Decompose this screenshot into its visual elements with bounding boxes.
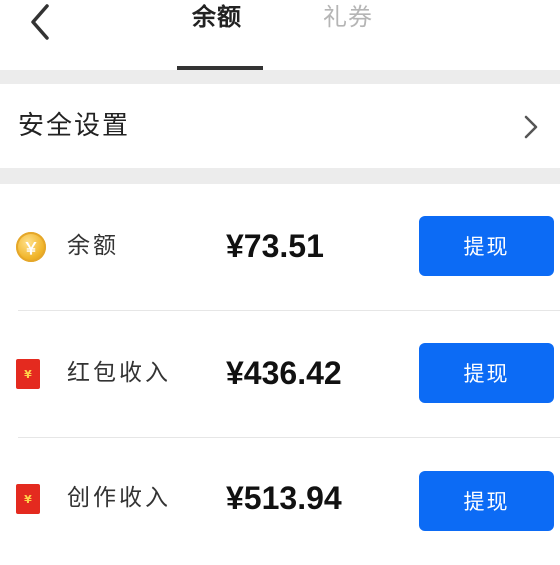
red-envelope-icon: ¥ bbox=[16, 484, 40, 514]
coin-glyph: ￥ bbox=[22, 239, 39, 258]
account-label: 余额 bbox=[67, 233, 119, 259]
chevron-left-icon bbox=[31, 4, 49, 40]
tab-balance[interactable]: 余额 bbox=[192, 2, 242, 32]
security-settings-label: 安全设置 bbox=[18, 111, 131, 141]
top-bar: 余额 礼券 bbox=[0, 0, 560, 70]
back-button[interactable] bbox=[20, 4, 60, 40]
account-amount: ¥73.51 bbox=[226, 228, 324, 264]
account-label: 红包收入 bbox=[67, 360, 171, 386]
red-envelope-icon: ¥ bbox=[16, 359, 40, 389]
account-label: 创作收入 bbox=[67, 485, 171, 511]
account-amount: ¥513.94 bbox=[226, 480, 342, 516]
account-row-red-packet: ¥ 红包收入 ¥436.42 提现 bbox=[0, 311, 560, 438]
withdraw-button[interactable]: 提现 bbox=[419, 343, 554, 403]
envelope-glyph: ¥ bbox=[24, 492, 32, 506]
coin-icon: ￥ bbox=[16, 232, 46, 262]
section-separator bbox=[0, 168, 560, 184]
withdraw-button[interactable]: 提现 bbox=[419, 216, 554, 276]
account-row-balance: ￥ 余额 ¥73.51 提现 bbox=[0, 184, 560, 311]
envelope-glyph: ¥ bbox=[24, 367, 32, 381]
chevron-right-icon bbox=[524, 115, 538, 139]
withdraw-button[interactable]: 提现 bbox=[419, 471, 554, 531]
account-row-creation: ¥ 创作收入 ¥513.94 提现 bbox=[0, 438, 560, 565]
tab-coupon[interactable]: 礼券 bbox=[323, 2, 373, 32]
section-separator bbox=[0, 70, 560, 84]
security-settings-row[interactable]: 安全设置 bbox=[0, 84, 560, 168]
account-amount: ¥436.42 bbox=[226, 355, 342, 391]
